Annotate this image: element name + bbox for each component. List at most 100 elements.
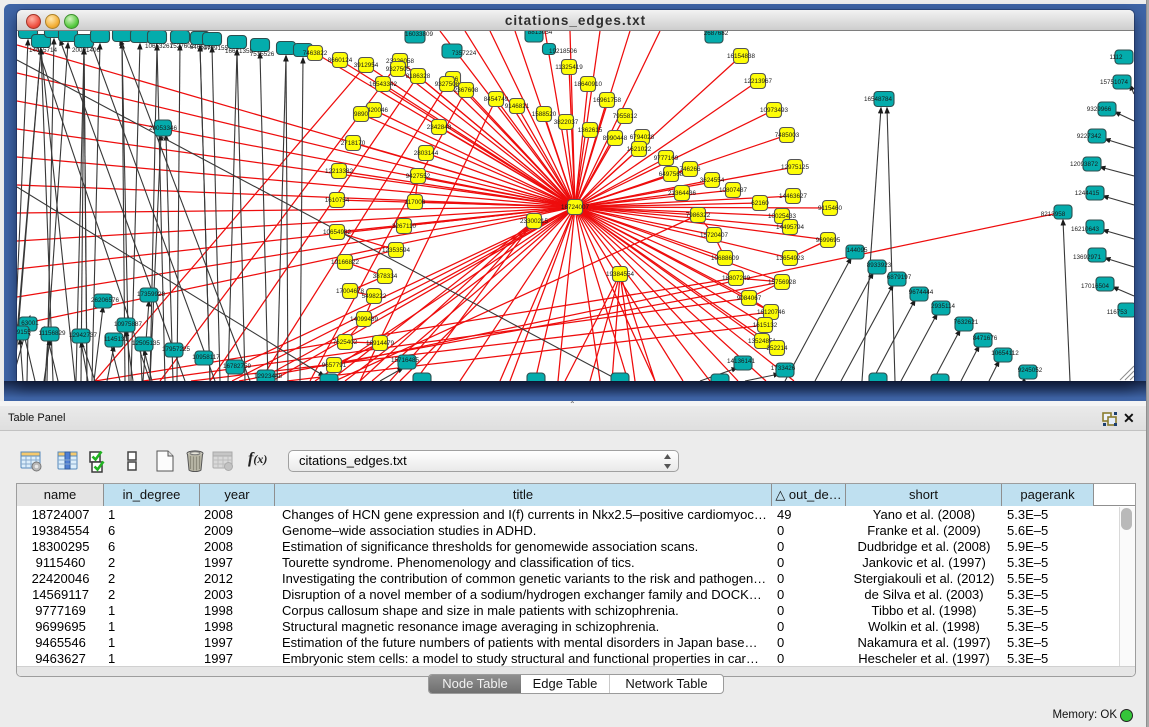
svg-text:12213967: 12213967 — [744, 78, 773, 85]
svg-text:9115460: 9115460 — [818, 205, 843, 212]
svg-text:13692971: 13692971 — [1073, 254, 1102, 261]
svg-text:7463822: 7463822 — [303, 50, 328, 57]
svg-text:8186328: 8186328 — [406, 73, 431, 80]
svg-text:9245052: 9245052 — [1018, 367, 1043, 374]
svg-text:19218506: 19218506 — [549, 48, 578, 55]
svg-text:7625402: 7625402 — [333, 339, 358, 346]
svg-text:8213958: 8213958 — [1041, 211, 1066, 218]
svg-text:16210643: 16210643 — [1071, 226, 1100, 233]
svg-text:10688609: 10688609 — [711, 255, 740, 262]
svg-text:12942737: 12942737 — [69, 332, 98, 339]
svg-text:117006: 117006 — [405, 199, 426, 206]
svg-text:2342848: 2342848 — [427, 124, 452, 131]
svg-text:1610754: 1610754 — [325, 197, 350, 204]
svg-text:6794028: 6794028 — [630, 134, 655, 141]
svg-text:19384554: 19384554 — [606, 271, 635, 278]
svg-text:9146821: 9146821 — [505, 103, 530, 110]
svg-text:3267110: 3267110 — [392, 223, 417, 230]
svg-text:3822037: 3822037 — [554, 119, 579, 126]
svg-text:1145131: 1145131 — [104, 336, 129, 343]
svg-text:13654923: 13654923 — [776, 255, 805, 262]
svg-text:2935114: 2935114 — [931, 303, 956, 310]
svg-text:18724007: 18724007 — [561, 204, 590, 211]
svg-text:9327505: 9327505 — [386, 66, 411, 73]
svg-text:252214: 252214 — [766, 345, 788, 352]
svg-text:14136141: 14136141 — [727, 358, 756, 365]
svg-text:10958117: 10958117 — [192, 354, 220, 361]
svg-text:7955812: 7955812 — [613, 113, 638, 120]
svg-text:15756928: 15756928 — [768, 279, 797, 286]
svg-text:62160: 62160 — [751, 200, 769, 207]
svg-text:12975125: 12975125 — [781, 164, 810, 171]
svg-text:12353594: 12353594 — [382, 247, 411, 254]
svg-text:7357224: 7357224 — [452, 50, 477, 57]
svg-text:3912954: 3912954 — [354, 62, 379, 69]
svg-text:17004678: 17004678 — [336, 288, 365, 295]
svg-text:9699695: 9699695 — [816, 237, 841, 244]
svg-text:9427552: 9427552 — [406, 173, 431, 180]
svg-text:8990448: 8990448 — [603, 135, 628, 142]
svg-text:17359928: 17359928 — [137, 291, 166, 298]
svg-text:20091406: 20091406 — [72, 47, 101, 54]
svg-text:14463627: 14463627 — [779, 193, 808, 200]
svg-text:16033809: 16033809 — [405, 31, 434, 38]
svg-text:16543342: 16543342 — [369, 81, 398, 88]
svg-text:8933923: 8933923 — [867, 262, 892, 269]
svg-text:1621022: 1621022 — [627, 146, 652, 153]
svg-text:1588520: 1588520 — [532, 111, 557, 118]
svg-text:1733426: 1733426 — [771, 365, 796, 372]
svg-text:10654112: 10654112 — [991, 350, 1019, 357]
svg-text:1244415: 1244415 — [1075, 190, 1100, 197]
svg-text:5498222: 5498222 — [362, 293, 387, 300]
svg-text:18807249: 18807249 — [722, 275, 751, 282]
svg-text:9084067: 9084067 — [737, 295, 762, 302]
svg-text:11156829: 11156829 — [38, 330, 66, 337]
svg-text:17957225: 17957225 — [162, 346, 191, 353]
svg-text:16914479: 16914479 — [366, 340, 395, 347]
svg-text:9657791: 9657791 — [322, 362, 347, 369]
svg-text:26206576: 26206576 — [91, 297, 120, 304]
svg-text:144095: 144095 — [846, 247, 868, 254]
svg-text:2803144: 2803144 — [414, 150, 439, 157]
svg-text:9777169: 9777169 — [654, 155, 679, 162]
svg-text:1615132: 1615132 — [753, 322, 778, 329]
svg-text:16782759: 16782759 — [223, 363, 252, 370]
svg-text:9227342: 9227342 — [1077, 133, 1102, 140]
svg-text:7485003: 7485003 — [775, 132, 800, 139]
svg-text:10973493: 10973493 — [760, 107, 789, 114]
svg-text:19166822: 19166822 — [331, 259, 360, 266]
svg-text:8813054: 8813054 — [528, 31, 553, 36]
svg-text:16154838: 16154838 — [727, 53, 756, 60]
svg-text:15751074: 15751074 — [1100, 79, 1129, 86]
svg-text:7632621: 7632621 — [954, 319, 979, 326]
svg-text:16120746: 16120746 — [757, 309, 786, 316]
svg-text:2687682: 2687682 — [704, 31, 729, 37]
svg-text:14099489: 14099489 — [350, 316, 379, 323]
svg-text:8471676: 8471676 — [973, 335, 998, 342]
svg-text:15720407: 15720407 — [700, 232, 729, 239]
svg-text:39155: 39155 — [17, 329, 31, 336]
svg-text:7986322: 7986322 — [686, 212, 711, 219]
svg-text:3878334: 3878334 — [373, 273, 398, 280]
svg-text:1362615: 1362615 — [578, 127, 603, 134]
svg-text:11325419: 11325419 — [555, 64, 583, 71]
svg-text:14055714: 14055714 — [29, 47, 58, 54]
svg-text:9890: 9890 — [354, 111, 369, 118]
svg-text:2367608: 2367608 — [454, 87, 479, 94]
svg-text:12213382: 12213382 — [325, 168, 354, 175]
svg-text:18640910: 18640910 — [574, 81, 603, 88]
svg-text:7515526: 7515526 — [250, 51, 275, 58]
svg-text:12505135: 12505135 — [132, 340, 161, 347]
svg-text:9329966: 9329966 — [1087, 106, 1112, 113]
svg-text:8454749: 8454749 — [484, 96, 509, 103]
svg-text:10975887: 10975887 — [114, 321, 143, 328]
svg-text:1112: 1112 — [1109, 54, 1123, 61]
svg-text:12923448: 12923448 — [254, 373, 283, 380]
svg-text:20053346: 20053346 — [149, 125, 178, 132]
svg-text:12093872: 12093872 — [1070, 161, 1099, 168]
svg-text:2718170: 2718170 — [341, 140, 366, 147]
svg-text:15716485: 15716485 — [391, 357, 420, 364]
svg-text:9674444: 9674444 — [909, 289, 934, 296]
svg-text:17016504: 17016504 — [1081, 283, 1110, 290]
svg-text:3624554: 3624554 — [700, 177, 725, 184]
